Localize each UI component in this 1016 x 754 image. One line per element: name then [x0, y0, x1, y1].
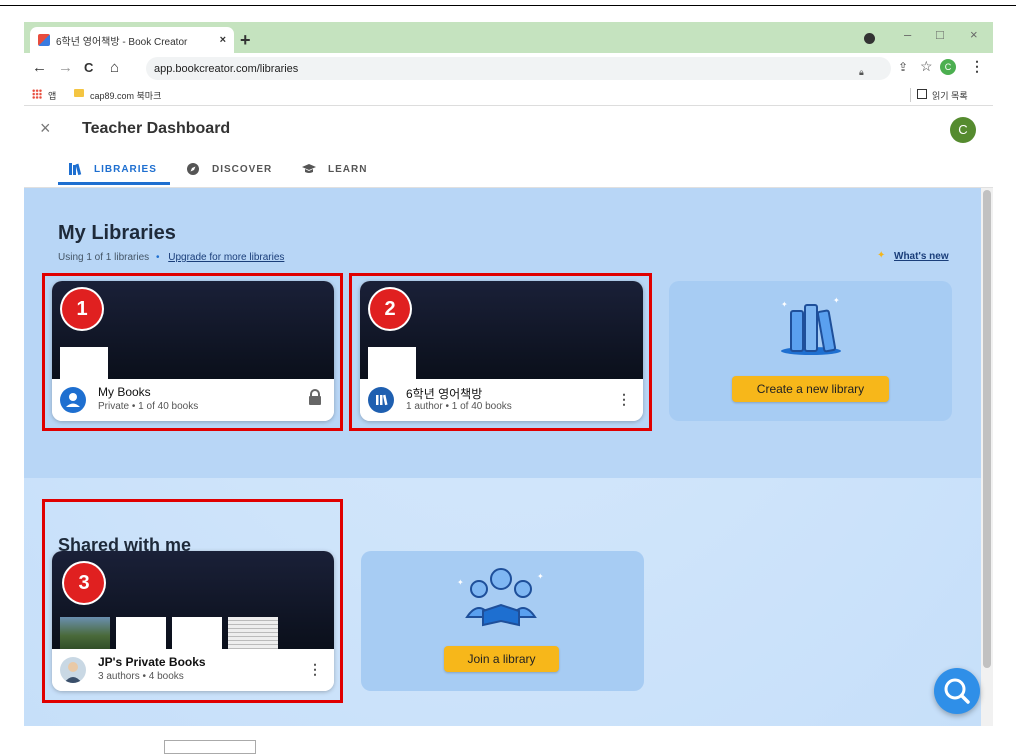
tab-learn[interactable]: LEARN [302, 162, 367, 176]
tab-learn-label: LEARN [328, 163, 368, 175]
join-library-button[interactable]: Join a library [444, 646, 559, 672]
annotation-badge-2: 2 [370, 289, 410, 329]
browser-menu-icon[interactable]: ⋮ [970, 58, 984, 75]
tab-discover-label: DISCOVER [212, 163, 273, 175]
bookmark-item[interactable]: cap89.com 북마크 [90, 89, 161, 102]
new-tab-button[interactable]: + [240, 30, 251, 51]
maximize-button[interactable]: □ [936, 27, 944, 42]
sparkle-icon: ✦ [877, 250, 886, 261]
my-libraries-heading: My Libraries [58, 222, 176, 244]
bookmark-star-icon[interactable]: ☆ [920, 58, 933, 75]
bookshelf-icon [69, 163, 82, 176]
reading-list-icon[interactable] [917, 89, 927, 99]
minimize-button[interactable]: – [904, 27, 911, 42]
compass-icon [187, 163, 199, 175]
apps-link[interactable]: 앱 [48, 89, 56, 102]
svg-text:✦: ✦ [457, 578, 464, 587]
divider [910, 88, 911, 102]
annotation-badge-3: 3 [64, 563, 104, 603]
user-avatar[interactable]: C [950, 117, 976, 143]
whats-new-link[interactable]: What's new [894, 251, 949, 262]
tab-libraries-label: LIBRARIES [94, 163, 157, 175]
back-button[interactable]: ← [32, 59, 47, 76]
app-header [24, 106, 993, 188]
search-icon [944, 678, 970, 704]
close-dashboard-icon[interactable]: × [40, 118, 51, 139]
reload-button[interactable]: C [84, 60, 93, 75]
share-icon[interactable]: ⇪ [898, 60, 908, 74]
create-library-panel: ✦ ✦ Create a new library [669, 281, 952, 421]
browser-tab[interactable]: 6학년 영어책방 - Book Creator × [30, 27, 234, 53]
window-close-button[interactable]: × [970, 27, 978, 42]
bookmarks-bar: 앱 cap89.com 북마크 읽기 목록 [24, 84, 993, 106]
book-creator-favicon-icon [38, 34, 50, 46]
browser-window: 6학년 영어책방 - Book Creator × + – □ × ← → C … [24, 22, 993, 726]
active-tab-indicator [58, 182, 170, 185]
home-button[interactable]: ⌂ [110, 59, 119, 76]
svg-text:✦: ✦ [781, 300, 788, 309]
apps-grid-icon[interactable] [32, 89, 42, 99]
page-top-rule [0, 5, 1016, 6]
graduation-cap-icon [302, 164, 316, 173]
account-indicator-icon[interactable] [864, 33, 875, 44]
scrollbar-thumb[interactable] [983, 190, 991, 668]
tab-discover[interactable]: DISCOVER [186, 162, 272, 176]
forward-button[interactable]: → [58, 59, 73, 76]
padlock-icon: 🔒︎ [859, 67, 864, 77]
url-text: app.bookcreator.com/libraries [154, 62, 299, 75]
page-title: Teacher Dashboard [82, 120, 231, 137]
library-usage: Using 1 of 1 libraries • Upgrade for mor… [58, 252, 284, 263]
usage-text: Using 1 of 1 libraries [58, 252, 150, 263]
bottom-box [164, 740, 256, 754]
address-bar[interactable]: 🔒︎ app.bookcreator.com/libraries [146, 57, 891, 80]
bookshelf-illustration-icon: ✦ ✦ [781, 296, 841, 355]
tab-libraries[interactable]: LIBRARIES [68, 162, 157, 176]
usage-bullet: • [155, 252, 160, 263]
svg-text:✦: ✦ [537, 572, 544, 581]
upgrade-link[interactable]: Upgrade for more libraries [168, 252, 284, 263]
tab-close-icon[interactable]: × [220, 34, 226, 46]
folder-icon [74, 89, 84, 97]
create-library-button[interactable]: Create a new library [732, 376, 889, 402]
group-reading-illustration-icon: ✦ ✦ [457, 568, 544, 627]
profile-avatar[interactable]: C [940, 59, 956, 75]
svg-text:✦: ✦ [833, 296, 840, 305]
annotation-badge-1: 1 [62, 289, 102, 329]
join-library-panel: ✦ ✦ Join a library [361, 551, 644, 691]
search-button[interactable] [934, 668, 980, 714]
page-bottom [0, 726, 1016, 751]
tab-title: 6학년 영어책방 - Book Creator [56, 36, 188, 48]
reading-list-link[interactable]: 읽기 목록 [932, 89, 968, 102]
